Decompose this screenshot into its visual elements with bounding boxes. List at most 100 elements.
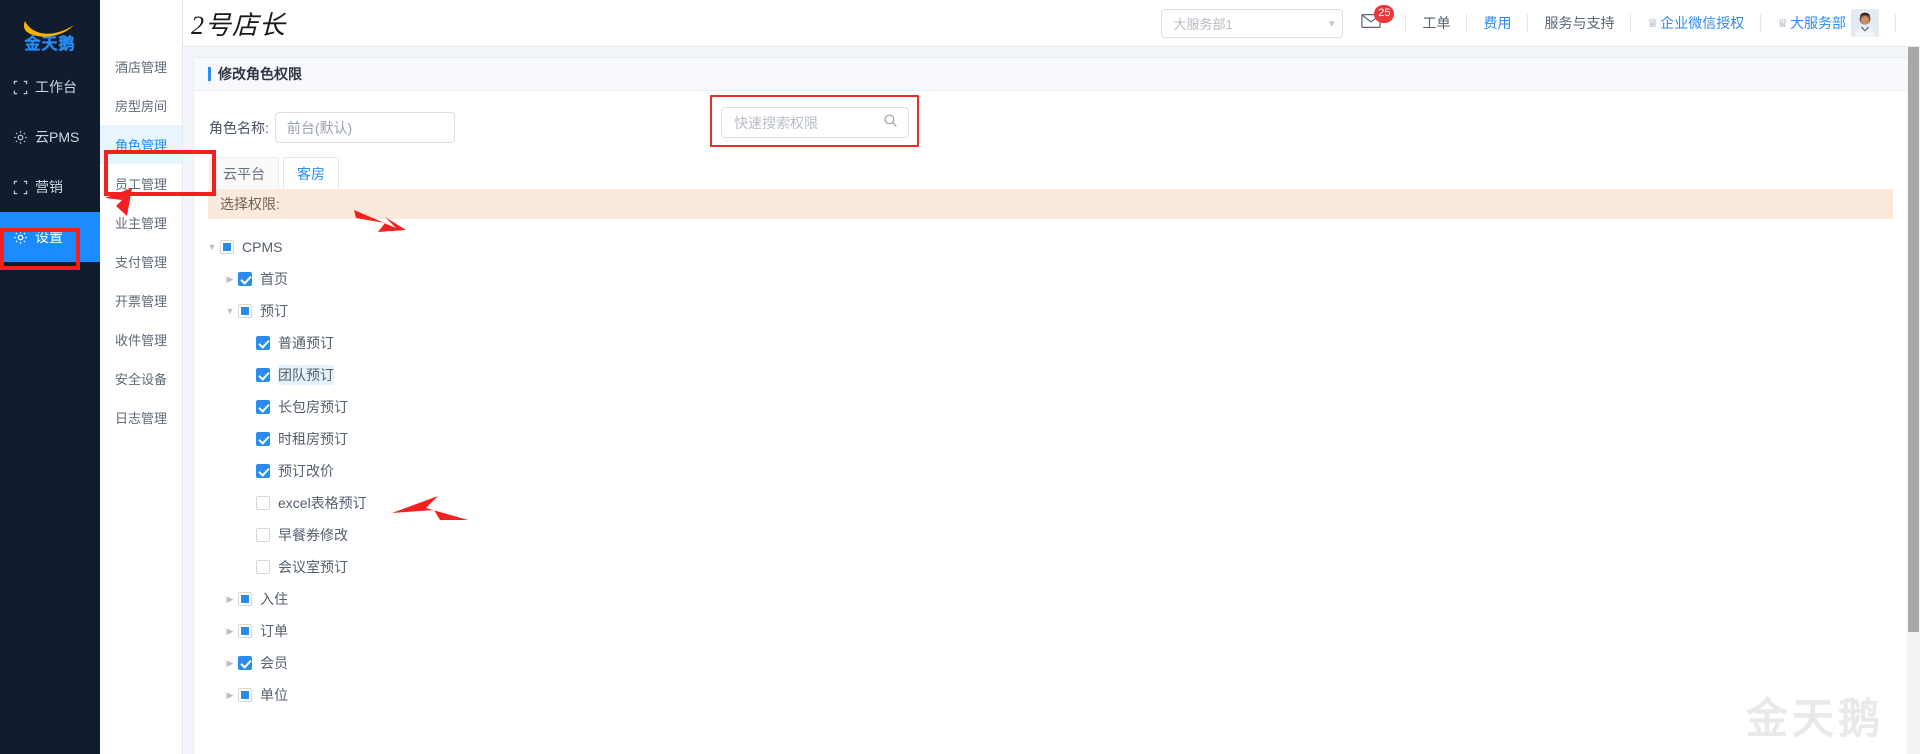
wecom-auth-link[interactable]: ♕ 企业微信授权 [1647,13,1744,33]
tree-node[interactable]: ▶长包房预订 [204,391,1907,423]
page-title: 2号店长 [191,10,287,40]
tree-node[interactable]: ▶时租房预订 [204,423,1907,455]
tree-checkbox[interactable] [256,496,270,510]
scrollbar-thumb[interactable] [1908,47,1919,632]
tree-checkbox[interactable] [238,272,252,286]
header-link-fee[interactable]: 费用 [1483,13,1511,33]
tab-label: 客房 [297,165,325,182]
tree-node[interactable]: ▶excel表格预订 [204,487,1907,519]
header-link-workorder[interactable]: 工单 [1422,13,1450,33]
tree-node-label[interactable]: 会员 [260,653,288,673]
permission-tree: ▼CPMS▶首页▼预订▶普通预订▶团队预订▶长包房预订▶时租房预订▶预订改价▶e… [194,219,1907,711]
sidebar-item-yunpms[interactable]: 云PMS [0,112,100,162]
submenu-item-staff-management[interactable]: 员工管理 [100,164,182,203]
department-select-value: 大服务部1 [1173,16,1233,32]
sidebar-item-marketing[interactable]: 营销 [0,162,100,212]
user-icon: ♕ [1777,16,1788,30]
tree-node[interactable]: ▶团队预订 [204,359,1907,391]
tree-node-label[interactable]: 会议室预订 [278,557,348,577]
tree-node[interactable]: ▶普通预订 [204,327,1907,359]
tree-node[interactable]: ▶ 首页 [204,263,1907,295]
header-actions: 大服务部1 ▾ 25 工单 费用 服务与支持 ♕ 企业微信授权 ♕ 大服务部 [1161,0,1920,47]
tree-node[interactable]: ▶ 单位 [204,679,1907,711]
mail-button[interactable]: 25 [1357,5,1395,37]
tree-node[interactable]: ▼ 预订 [204,295,1907,327]
card-title: 修改角色权限 [218,66,302,82]
tree-node-label[interactable]: 团队预订 [278,365,334,385]
card-header: 修改角色权限 [194,58,1907,91]
chevron-down-icon[interactable]: ▼ [222,306,238,316]
tab-cloud-platform[interactable]: 云平台 [209,157,279,189]
tree-node-label[interactable]: 普通预订 [278,333,334,353]
submenu-item-label: 支付管理 [114,255,167,270]
tree-checkbox[interactable] [256,368,270,382]
chevron-down-icon[interactable]: ▼ [204,242,220,252]
submenu-item-invoice-management[interactable]: 开票管理 [100,281,182,320]
tree-checkbox[interactable] [220,240,234,254]
tree-node-label[interactable]: CPMS [242,239,282,255]
tree-node-label[interactable]: 首页 [260,269,288,289]
tree-checkbox[interactable] [238,624,252,638]
sidebar-item-label: 工作台 [35,79,77,95]
submenu-item-roomtype-room[interactable]: 房型房间 [100,86,182,125]
department-select[interactable]: 大服务部1 ▾ [1161,8,1344,38]
submenu-item-label: 酒店管理 [114,60,167,75]
role-name-input[interactable]: 前台(默认) [274,112,455,143]
chevron-right-icon[interactable]: ▶ [222,274,238,285]
tree-checkbox[interactable] [256,528,270,542]
tree-checkbox[interactable] [256,336,270,350]
chevron-right-icon[interactable]: ▶ [222,594,238,605]
chevron-right-icon[interactable]: ▶ [222,626,238,637]
tree-checkbox[interactable] [256,464,270,478]
tree-node[interactable]: ▶早餐券修改 [204,519,1907,551]
tree-node-label[interactable]: 长包房预订 [278,397,348,417]
tree-node-label[interactable]: 订单 [260,621,288,641]
submenu-item-owner-management[interactable]: 业主管理 [100,203,182,242]
tree-checkbox[interactable] [238,688,252,702]
tab-guestroom[interactable]: 客房 [283,157,339,189]
tree-node[interactable]: ▶会议室预订 [204,551,1907,583]
tree-node[interactable]: ▶ 会员 [204,647,1907,679]
vertical-scrollbar[interactable] [1907,47,1920,754]
chevron-right-icon[interactable]: ▶ [222,658,238,669]
submenu-item-hotel-management[interactable]: 酒店管理 [100,47,182,86]
tree-checkbox[interactable] [256,400,270,414]
tree-node[interactable]: ▶ 入住 [204,583,1907,615]
submenu-item-payment-management[interactable]: 支付管理 [100,242,182,281]
header-link-service-support[interactable]: 服务与支持 [1544,13,1614,33]
sidebar-item-settings[interactable]: 设置 [0,212,100,262]
gear-icon [13,230,28,245]
tree-node[interactable]: ▼ CPMS [204,231,1907,263]
chevron-down-icon: ▾ [1328,17,1335,30]
submenu-item-label: 开票管理 [114,294,167,309]
tree-node[interactable]: ▶预订改价 [204,455,1907,487]
sidebar-item-workbench[interactable]: 工作台 [0,62,100,112]
tree-checkbox[interactable] [238,592,252,606]
tree-node-label[interactable]: excel表格预订 [278,493,367,513]
divider [1630,14,1632,32]
chevron-right-icon[interactable]: ▶ [222,690,238,701]
top-header-bar: 2号店长 大服务部1 ▾ 25 工单 费用 服务与支持 ♕ 企业微信授权 ♕ 大… [183,0,1920,47]
tree-checkbox[interactable] [256,432,270,446]
tree-node-label[interactable]: 预订 [260,301,288,321]
tree-checkbox[interactable] [238,656,252,670]
tree-node[interactable]: ▶ 订单 [204,615,1907,647]
submenu-item-label: 角色管理 [114,138,167,153]
account-menu[interactable]: ♕ 大服务部 [1777,13,1846,33]
tree-checkbox[interactable] [238,304,252,318]
divider [1527,14,1529,32]
submenu-item-role-management[interactable]: 角色管理 [100,125,182,164]
avatar[interactable] [1851,9,1879,37]
tree-checkbox[interactable] [256,560,270,574]
tree-node-label[interactable]: 入住 [260,589,288,609]
submenu-item-receiving-management[interactable]: 收件管理 [100,320,182,359]
permission-search-input[interactable]: 快速搜索权限 [721,107,909,138]
tree-node-label[interactable]: 单位 [260,685,288,705]
submenu-item-log-management[interactable]: 日志管理 [100,398,182,437]
submenu-item-security-device[interactable]: 安全设备 [100,359,182,398]
permission-search-placeholder: 快速搜索权限 [734,114,818,131]
tree-node-label[interactable]: 早餐券修改 [278,525,348,545]
tree-node-label[interactable]: 时租房预订 [278,429,348,449]
divider [1466,14,1468,32]
tree-node-label[interactable]: 预订改价 [278,461,334,481]
